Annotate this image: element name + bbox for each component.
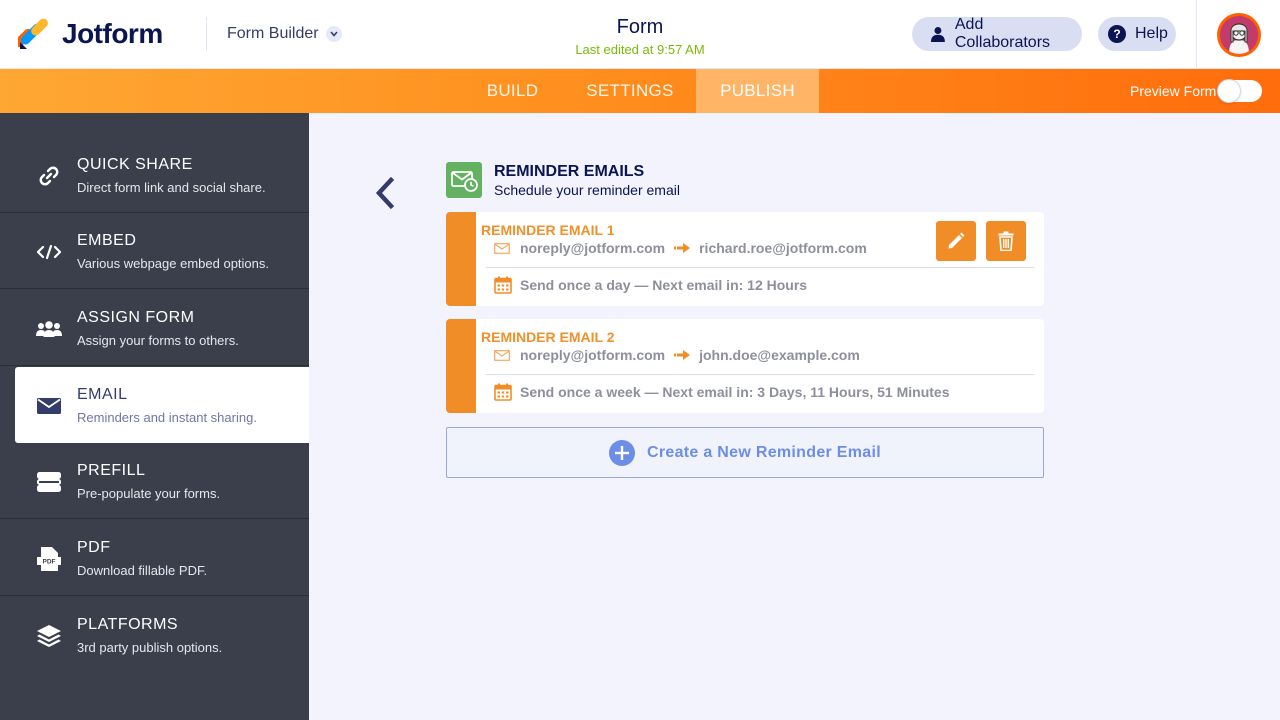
sidebar-item-description: Pre-populate your forms. — [77, 486, 221, 501]
chevron-down-icon — [325, 26, 342, 42]
card-divider — [486, 374, 1034, 375]
sidebar-item-prefill[interactable]: PREFILL Pre-populate your forms. — [0, 443, 309, 519]
sidebar-item-description: Direct form link and social share. — [77, 180, 266, 195]
card-divider — [486, 267, 1034, 268]
reminder-recipients: noreply@jotform.com john.doe@example.com — [494, 347, 860, 363]
edit-reminder-button[interactable] — [936, 221, 976, 261]
layers-icon — [36, 623, 62, 649]
calendar-icon — [494, 276, 512, 294]
create-reminder-label: Create a New Reminder Email — [647, 443, 881, 461]
jotform-logo[interactable]: Jotform — [18, 18, 163, 50]
preview-form-toggle[interactable] — [1218, 80, 1262, 102]
sidebar-item-assign-form[interactable]: ASSIGN FORM Assign your forms to others. — [0, 290, 309, 366]
top-header: Jotform Form Builder Form Last edited at… — [0, 0, 1280, 69]
tab-publish[interactable]: PUBLISH — [696, 69, 819, 113]
reminder-email-card[interactable]: REMINDER EMAIL 2 noreply@jotform.com joh… — [446, 319, 1044, 413]
reminder-from-address: noreply@jotform.com — [520, 240, 666, 256]
preview-form-label: Preview Form — [1130, 83, 1217, 99]
sidebar-item-description: Download fillable PDF. — [77, 563, 208, 578]
sidebar-item-title: PLATFORMS — [77, 616, 179, 633]
header-divider — [206, 17, 207, 51]
sidebar-item-title: EMBED — [77, 232, 137, 249]
delete-reminder-button[interactable] — [986, 221, 1026, 261]
card-accent-stripe — [446, 319, 476, 413]
toggle-knob — [1218, 80, 1240, 102]
arrow-right-icon — [674, 350, 691, 360]
add-collaborators-button[interactable]: Add Collaborators — [912, 16, 1082, 51]
code-icon — [36, 239, 62, 265]
users-icon — [36, 316, 62, 342]
avatar-image — [1220, 16, 1258, 54]
create-reminder-email-button[interactable]: Create a New Reminder Email — [446, 427, 1044, 478]
user-icon — [930, 27, 945, 42]
jotform-logo-icon — [18, 18, 48, 49]
reminder-from-address: noreply@jotform.com — [520, 347, 666, 363]
header-divider-right — [1196, 0, 1197, 69]
builder-tabs-bar: BUILD SETTINGS PUBLISH Preview Form — [0, 69, 1280, 113]
prefill-icon — [36, 469, 62, 495]
sidebar-item-description: Assign your forms to others. — [77, 333, 239, 348]
reminder-schedule-row: Send once a day — Next email in: 12 Hour… — [494, 276, 807, 294]
sidebar-item-quick-share[interactable]: QUICK SHARE Direct form link and social … — [0, 137, 309, 213]
trash-icon — [998, 231, 1014, 251]
pdf-icon-label: PDF — [43, 559, 56, 566]
reminder-schedule: Send once a week — Next email in: 3 Days… — [520, 384, 950, 400]
envelope-icon — [494, 242, 510, 254]
arrow-right-icon — [674, 243, 691, 253]
sidebar-item-title: EMAIL — [77, 386, 128, 403]
sidebar-item-title: ASSIGN FORM — [77, 309, 195, 326]
reminder-email-section-icon — [446, 162, 482, 198]
form-builder-label: Form Builder — [227, 25, 319, 42]
form-title[interactable]: Form — [540, 16, 740, 39]
reminder-schedule: Send once a day — Next email in: 12 Hour… — [520, 277, 808, 293]
help-button[interactable]: ? Help — [1098, 17, 1176, 51]
sidebar-item-email[interactable]: EMAIL Reminders and instant sharing. — [15, 367, 309, 443]
card-accent-stripe — [446, 212, 476, 306]
pdf-icon: PDF — [36, 546, 62, 572]
sidebar-item-description: Various webpage embed options. — [77, 256, 269, 271]
avatar[interactable] — [1217, 13, 1261, 57]
brand-name: Jotform — [62, 18, 163, 49]
sidebar-item-pdf[interactable]: PDF PDF Download fillable PDF. — [0, 520, 309, 596]
chevron-left-icon — [375, 176, 395, 210]
sidebar-item-platforms[interactable]: PLATFORMS 3rd party publish options. — [0, 597, 309, 673]
sidebar-item-title: PREFILL — [77, 462, 146, 479]
reminder-recipients: noreply@jotform.com richard.roe@jotform.… — [494, 240, 867, 256]
sidebar-item-description: Reminders and instant sharing. — [77, 410, 257, 425]
section-title: REMINDER EMAILS — [494, 163, 645, 180]
envelope-icon — [494, 349, 510, 361]
reminder-name: REMINDER EMAIL 2 — [481, 329, 615, 345]
help-icon: ? — [1108, 25, 1126, 43]
tab-settings[interactable]: SETTINGS — [575, 69, 685, 113]
pencil-icon — [948, 232, 965, 249]
help-label: Help — [1135, 25, 1168, 42]
section-subtitle: Schedule your reminder email — [494, 182, 680, 198]
sidebar-item-description: 3rd party publish options. — [77, 640, 223, 655]
back-button[interactable] — [372, 176, 398, 210]
reminder-to-address: richard.roe@jotform.com — [699, 240, 867, 256]
plus-circle-icon — [609, 439, 636, 466]
form-builder-dropdown[interactable]: Form Builder — [227, 25, 342, 43]
link-icon — [36, 163, 62, 189]
sidebar-item-title: PDF — [77, 539, 111, 556]
sidebar-item-title: QUICK SHARE — [77, 156, 193, 173]
reminder-to-address: john.doe@example.com — [699, 347, 860, 363]
reminder-schedule-row: Send once a week — Next email in: 3 Days… — [494, 383, 950, 401]
last-edited-status: Last edited at 9:57 AM — [575, 42, 705, 57]
add-collaborators-label: Add Collaborators — [954, 16, 1051, 51]
sidebar-item-embed[interactable]: EMBED Various webpage embed options. — [0, 213, 309, 289]
calendar-icon — [494, 383, 512, 401]
tab-build[interactable]: BUILD — [470, 69, 555, 113]
reminder-name: REMINDER EMAIL 1 — [481, 222, 615, 238]
reminder-email-card[interactable]: REMINDER EMAIL 1 noreply@jotform.com ric… — [446, 212, 1044, 306]
publish-sidebar: QUICK SHARE Direct form link and social … — [0, 113, 309, 720]
envelope-icon — [36, 393, 62, 419]
